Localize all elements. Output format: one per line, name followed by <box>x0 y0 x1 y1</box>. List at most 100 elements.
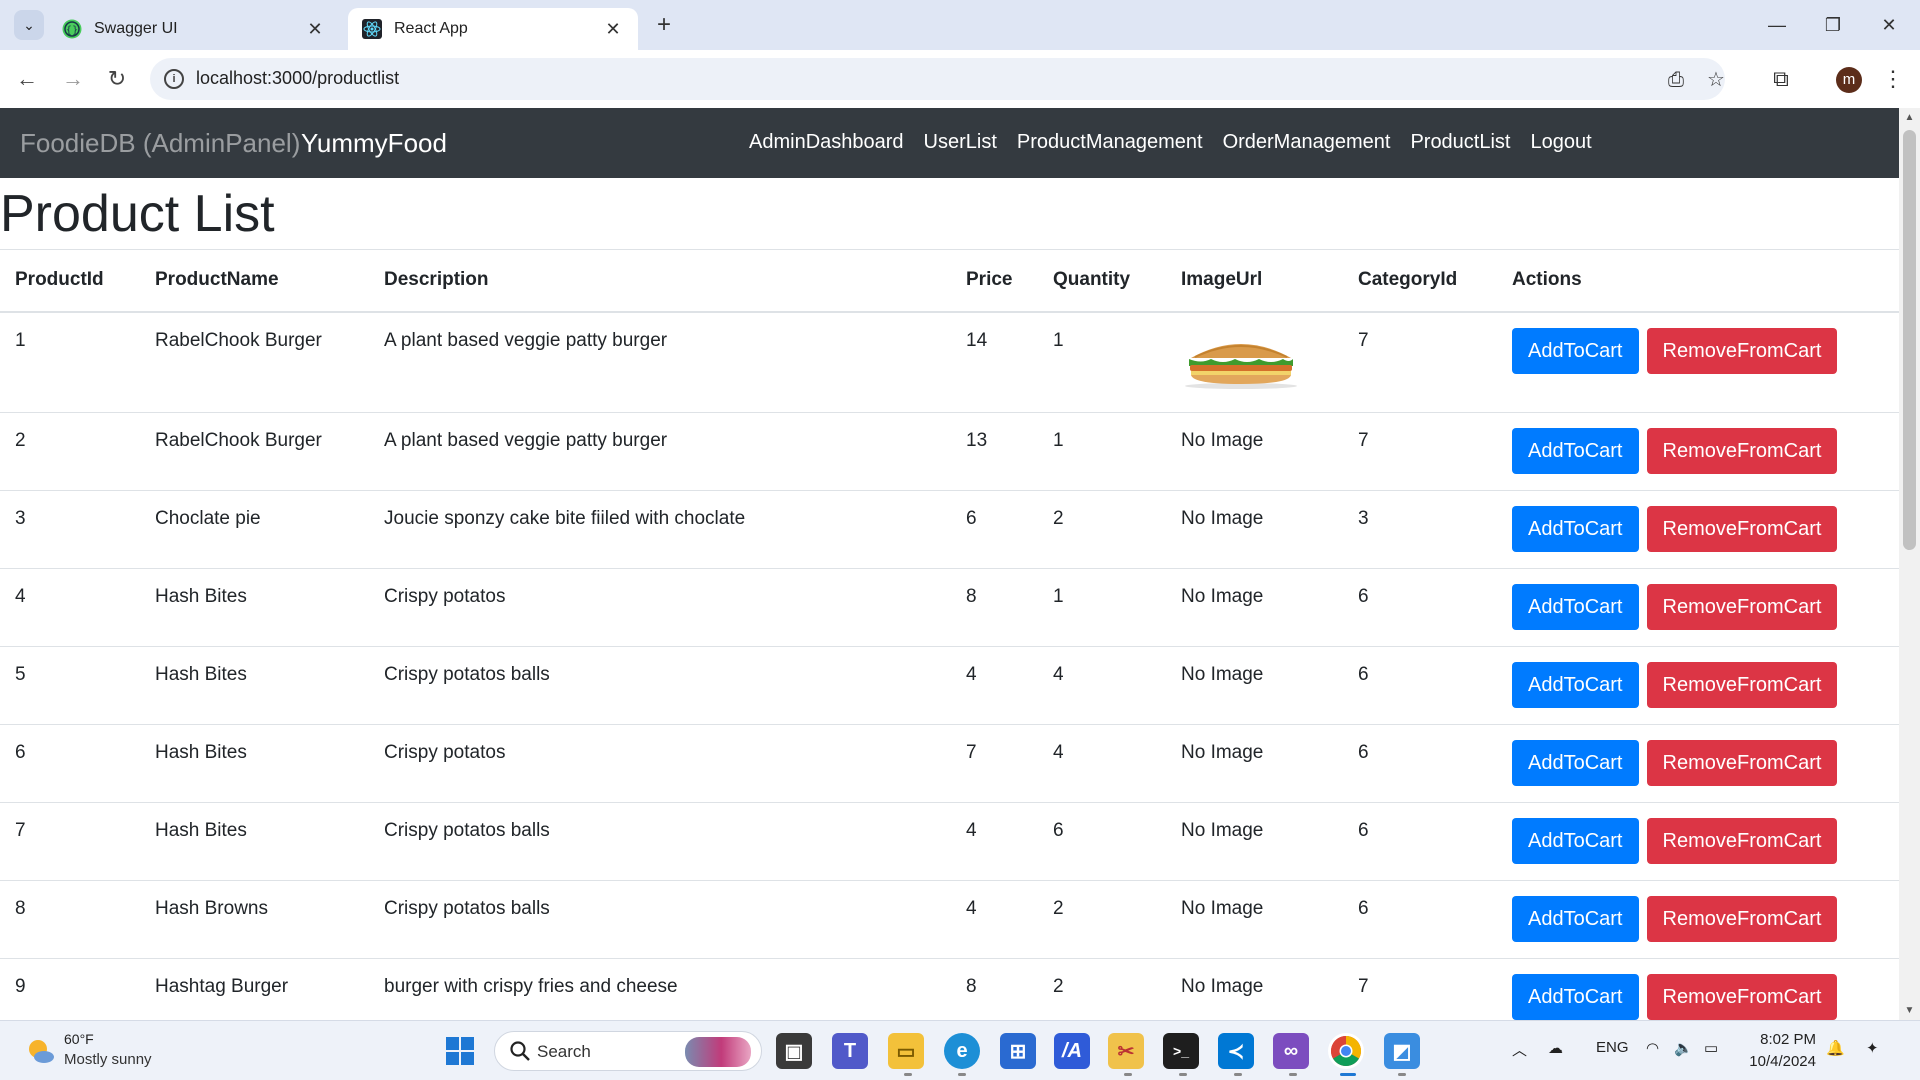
install-app-icon[interactable]: ⎙ <box>1664 68 1688 92</box>
restore-icon[interactable]: ❐ <box>1810 10 1856 40</box>
taskbar-search[interactable]: Search <box>494 1031 762 1071</box>
nav-link-product-list[interactable]: ProductList <box>1410 131 1510 154</box>
product-description-cell: Crispy potatos <box>369 724 951 803</box>
add-to-cart-button[interactable]: AddToCart <box>1512 428 1639 474</box>
address-bar[interactable]: i localhost:3000/productlist ⎙ ☆ <box>150 58 1725 100</box>
actions-cell: AddToCart RemoveFromCart <box>1497 646 1899 725</box>
power-automate-icon[interactable]: /A <box>1054 1033 1090 1069</box>
window-close-icon[interactable]: ✕ <box>1866 10 1912 40</box>
product-quantity-cell: 4 <box>1038 646 1166 725</box>
teams-icon[interactable]: T <box>832 1033 868 1069</box>
address-url[interactable]: localhost:3000/productlist <box>196 68 399 89</box>
nav-link-user-list[interactable]: UserList <box>924 131 997 154</box>
new-tab-button[interactable]: + <box>650 12 678 40</box>
remove-from-cart-button[interactable]: RemoveFromCart <box>1646 428 1838 474</box>
add-to-cart-button[interactable]: AddToCart <box>1512 584 1639 630</box>
onedrive-cloud-icon[interactable]: ☁ <box>1548 1039 1563 1057</box>
remove-from-cart-button[interactable]: RemoveFromCart <box>1646 662 1838 708</box>
remove-from-cart-button[interactable]: RemoveFromCart <box>1646 584 1838 630</box>
add-to-cart-button[interactable]: AddToCart <box>1512 662 1639 708</box>
windows-start-icon[interactable] <box>442 1033 478 1069</box>
add-to-cart-button[interactable]: AddToCart <box>1512 506 1639 552</box>
navbar-brand-app[interactable]: YummyFood <box>301 128 447 159</box>
remove-from-cart-button[interactable]: RemoveFromCart <box>1646 327 1838 374</box>
app-navbar: FoodieDB (AdminPanel) YummyFood AdminDas… <box>0 108 1899 178</box>
menu-kebab-icon[interactable]: ⋮ <box>1876 62 1910 96</box>
back-icon[interactable]: ← <box>10 62 44 96</box>
product-image-cell: No Image <box>1166 802 1343 881</box>
copilot-icon[interactable]: ✦ <box>1866 1039 1879 1057</box>
product-quantity-cell: 1 <box>1038 568 1166 647</box>
clock-date[interactable]: 10/4/2024 <box>1744 1053 1816 1070</box>
product-id-cell: 6 <box>0 724 140 803</box>
bookmark-star-icon[interactable]: ☆ <box>1704 68 1728 92</box>
product-name-cell: Hash Bites <box>140 724 369 803</box>
scroll-down-arrow-icon[interactable]: ▼ <box>1899 1005 1920 1016</box>
browser-tab-swagger[interactable]: {} Swagger UI ✕ <box>48 8 340 50</box>
extensions-icon[interactable]: ⧉ <box>1764 62 1798 96</box>
microsoft-store-icon[interactable]: ⊞ <box>1000 1033 1036 1069</box>
add-to-cart-button[interactable]: AddToCart <box>1512 327 1639 374</box>
nav-link-order-management[interactable]: OrderManagement <box>1223 131 1391 154</box>
table-row: 6 Hash Bites Crispy potatos 7 4 No Image 6 AddT… <box>0 724 1899 803</box>
browser-tab-react-app[interactable]: React App ✕ <box>348 8 638 50</box>
add-to-cart-button[interactable]: AddToCart <box>1512 818 1639 864</box>
scrollbar-thumb[interactable] <box>1903 130 1916 550</box>
product-image-cell: No Image <box>1166 880 1343 959</box>
chrome-icon[interactable] <box>1328 1033 1364 1069</box>
add-to-cart-button[interactable]: AddToCart <box>1512 896 1639 942</box>
minimize-icon[interactable]: — <box>1754 10 1800 40</box>
weather-description[interactable]: Mostly sunny <box>64 1051 152 1068</box>
task-view-icon[interactable]: ▣ <box>776 1033 812 1069</box>
reload-icon[interactable]: ↻ <box>100 62 134 96</box>
nav-link-logout[interactable]: Logout <box>1531 131 1592 154</box>
site-info-icon[interactable]: i <box>164 69 184 89</box>
product-name-cell: Hashtag Burger <box>140 958 369 1020</box>
notifications-bell-icon[interactable]: 🔔 <box>1826 1039 1845 1057</box>
battery-icon[interactable]: ▭ <box>1704 1039 1718 1057</box>
nav-link-product-management[interactable]: ProductManagement <box>1017 131 1203 154</box>
profile-avatar[interactable]: m <box>1836 67 1862 93</box>
product-image <box>1181 325 1301 392</box>
close-tab-icon[interactable]: ✕ <box>602 19 624 40</box>
forward-icon[interactable]: → <box>56 62 90 96</box>
vscode-icon[interactable]: ≺ <box>1218 1033 1254 1069</box>
product-category-cell: 3 <box>1343 490 1497 569</box>
terminal-icon[interactable]: >_ <box>1163 1033 1199 1069</box>
snipping-tool-icon[interactable]: ✂ <box>1108 1033 1144 1069</box>
photos-app-icon[interactable]: ◩ <box>1384 1033 1420 1069</box>
file-explorer-icon[interactable]: ▭ <box>888 1033 924 1069</box>
product-price-cell: 8 <box>951 958 1038 1020</box>
remove-from-cart-button[interactable]: RemoveFromCart <box>1646 974 1838 1020</box>
scroll-up-arrow-icon[interactable]: ▲ <box>1899 112 1920 123</box>
product-name-cell: RabelChook Burger <box>140 412 369 491</box>
edge-icon[interactable]: e <box>944 1033 980 1069</box>
weather-sun-icon[interactable] <box>24 1035 56 1067</box>
running-indicator <box>958 1073 966 1076</box>
no-image-label: No Image <box>1181 664 1264 685</box>
remove-from-cart-button[interactable]: RemoveFromCart <box>1646 818 1838 864</box>
wifi-icon[interactable]: ◠ <box>1646 1039 1659 1057</box>
weather-temperature[interactable]: 60°F <box>64 1031 94 1047</box>
remove-from-cart-button[interactable]: RemoveFromCart <box>1646 740 1838 786</box>
product-category-cell: 6 <box>1343 646 1497 725</box>
remove-from-cart-button[interactable]: RemoveFromCart <box>1646 896 1838 942</box>
table-row: 3 Choclate pie Joucie sponzy cake bite fii… <box>0 490 1899 569</box>
add-to-cart-button[interactable]: AddToCart <box>1512 740 1639 786</box>
search-icon <box>510 1041 530 1061</box>
tab-search-button[interactable]: ⌄ <box>14 10 44 40</box>
navbar-brand-admin[interactable]: FoodieDB (AdminPanel) <box>20 128 300 159</box>
language-indicator[interactable]: ENG <box>1596 1039 1629 1056</box>
clock-time[interactable]: 8:02 PM <box>1754 1031 1816 1048</box>
product-name-cell: Choclate pie <box>140 490 369 569</box>
volume-icon[interactable]: 🔈 <box>1674 1039 1693 1057</box>
product-description-cell: Crispy potatos <box>369 568 951 647</box>
remove-from-cart-button[interactable]: RemoveFromCart <box>1646 506 1838 552</box>
show-hidden-icons-chevron-icon[interactable]: ︿ <box>1512 1039 1527 1060</box>
product-price-cell: 6 <box>951 490 1038 569</box>
page-scrollbar[interactable]: ▲ ▼ <box>1899 108 1920 1020</box>
close-tab-icon[interactable]: ✕ <box>304 19 326 40</box>
nav-link-admin-dashboard[interactable]: AdminDashboard <box>749 131 904 154</box>
visual-studio-icon[interactable]: ∞ <box>1273 1033 1309 1069</box>
add-to-cart-button[interactable]: AddToCart <box>1512 974 1639 1020</box>
